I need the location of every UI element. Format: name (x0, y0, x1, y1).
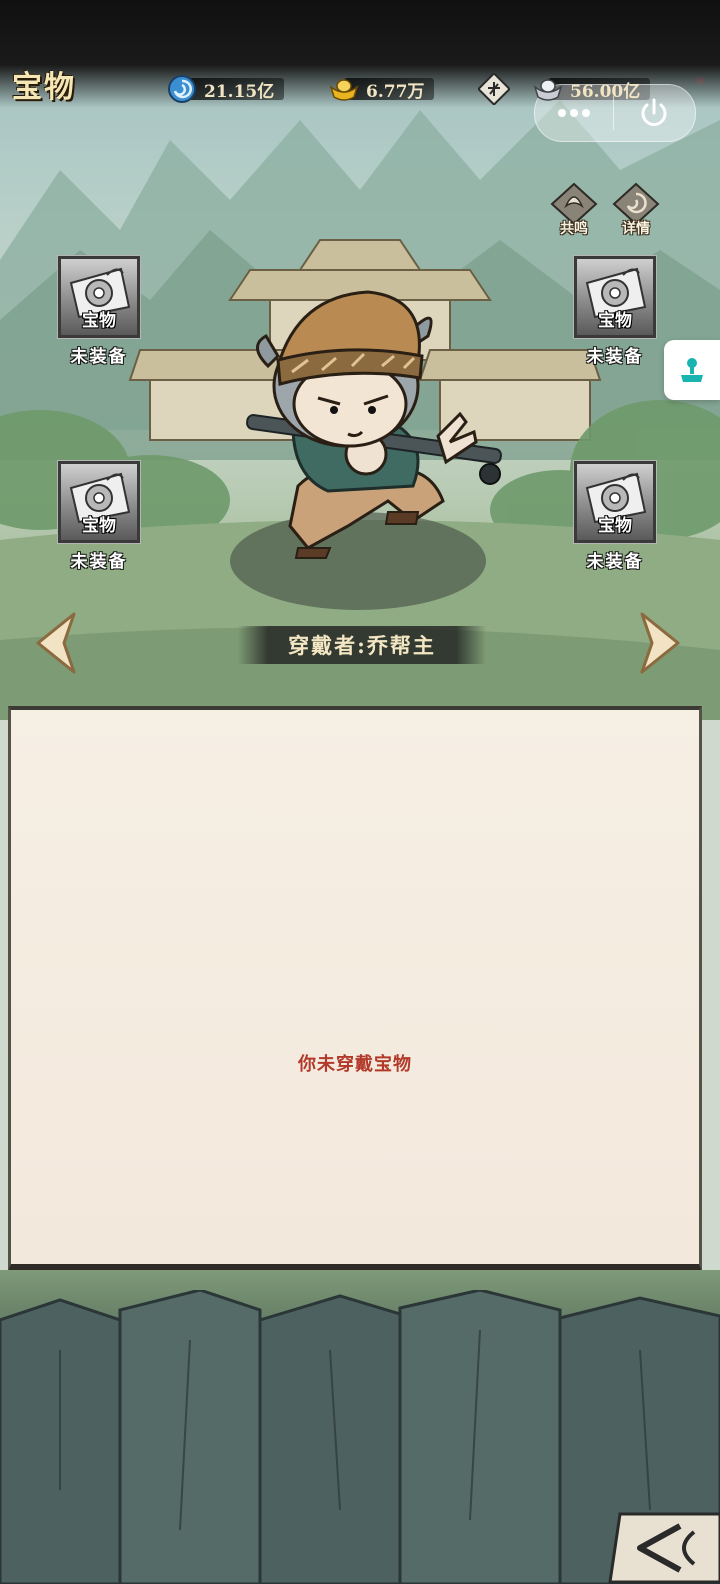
currency-gold: 6.77万 (328, 72, 435, 106)
currency-silver: 56.00亿 (532, 72, 651, 106)
treasure-screen: 宝物 21.15亿 6.77万 56.00亿 共鸣 详情 宝物 未装备 宝物 未… (0, 0, 720, 1584)
treasure-slot-top-left[interactable]: 宝物 未装备 (56, 255, 142, 374)
treasure-slot-bottom-right[interactable]: 宝物 未装备 (572, 460, 658, 579)
power-icon (641, 98, 667, 126)
silver-amount: 56.00亿 (570, 81, 641, 102)
more-dots-icon (558, 109, 590, 117)
assistant-float-button[interactable] (664, 340, 720, 400)
treasure-slot-frame: 宝物 (57, 460, 141, 544)
silver-ingot-icon (533, 79, 563, 101)
page-title: 宝物 (12, 70, 76, 105)
joystick-icon (681, 358, 703, 382)
currency-coin (478, 72, 510, 106)
slot-status: 未装备 (70, 347, 128, 367)
wearer-banner: 穿戴者:乔帮主 (238, 626, 486, 664)
hero-character (246, 290, 502, 559)
detail-label: 详情 (622, 221, 650, 237)
next-character-arrow[interactable] (638, 610, 682, 676)
slot-label: 宝物 (82, 516, 116, 536)
treasure-slot-frame: 宝物 (57, 255, 141, 339)
treasure-slot-bottom-left[interactable]: 宝物 未装备 (56, 460, 142, 579)
gold-amount: 6.77万 (366, 81, 425, 102)
treasure-slot-frame: 宝物 (573, 255, 657, 339)
slot-status: 未装备 (70, 552, 128, 572)
gold-ingot-icon (329, 79, 359, 101)
detail-button[interactable]: 详情 (608, 180, 664, 240)
treasure-slot-top-right[interactable]: 宝物 未装备 (572, 255, 658, 374)
empty-message: 你未穿戴宝物 (298, 1054, 412, 1075)
spirit-amount: 21.15亿 (204, 81, 275, 102)
resonance-button[interactable]: 共鸣 (546, 180, 602, 240)
slot-label: 宝物 (82, 311, 116, 331)
swirl-orb-icon (168, 75, 196, 103)
slot-label: 宝物 (598, 516, 632, 536)
treasure-info-panel: 你未穿戴宝物 (8, 706, 702, 1272)
prev-character-arrow[interactable] (34, 610, 78, 676)
wearer-text: 穿戴者:乔帮主 (288, 633, 436, 658)
currency-spirit: 21.15亿 (166, 72, 285, 106)
resonance-label: 共鸣 (560, 221, 588, 237)
coin-icon (478, 73, 510, 105)
slot-status: 未装备 (586, 552, 644, 572)
slot-label: 宝物 (598, 311, 632, 331)
back-button[interactable] (604, 1504, 720, 1584)
treasure-slot-frame: 宝物 (573, 460, 657, 544)
slot-status: 未装备 (586, 347, 644, 367)
